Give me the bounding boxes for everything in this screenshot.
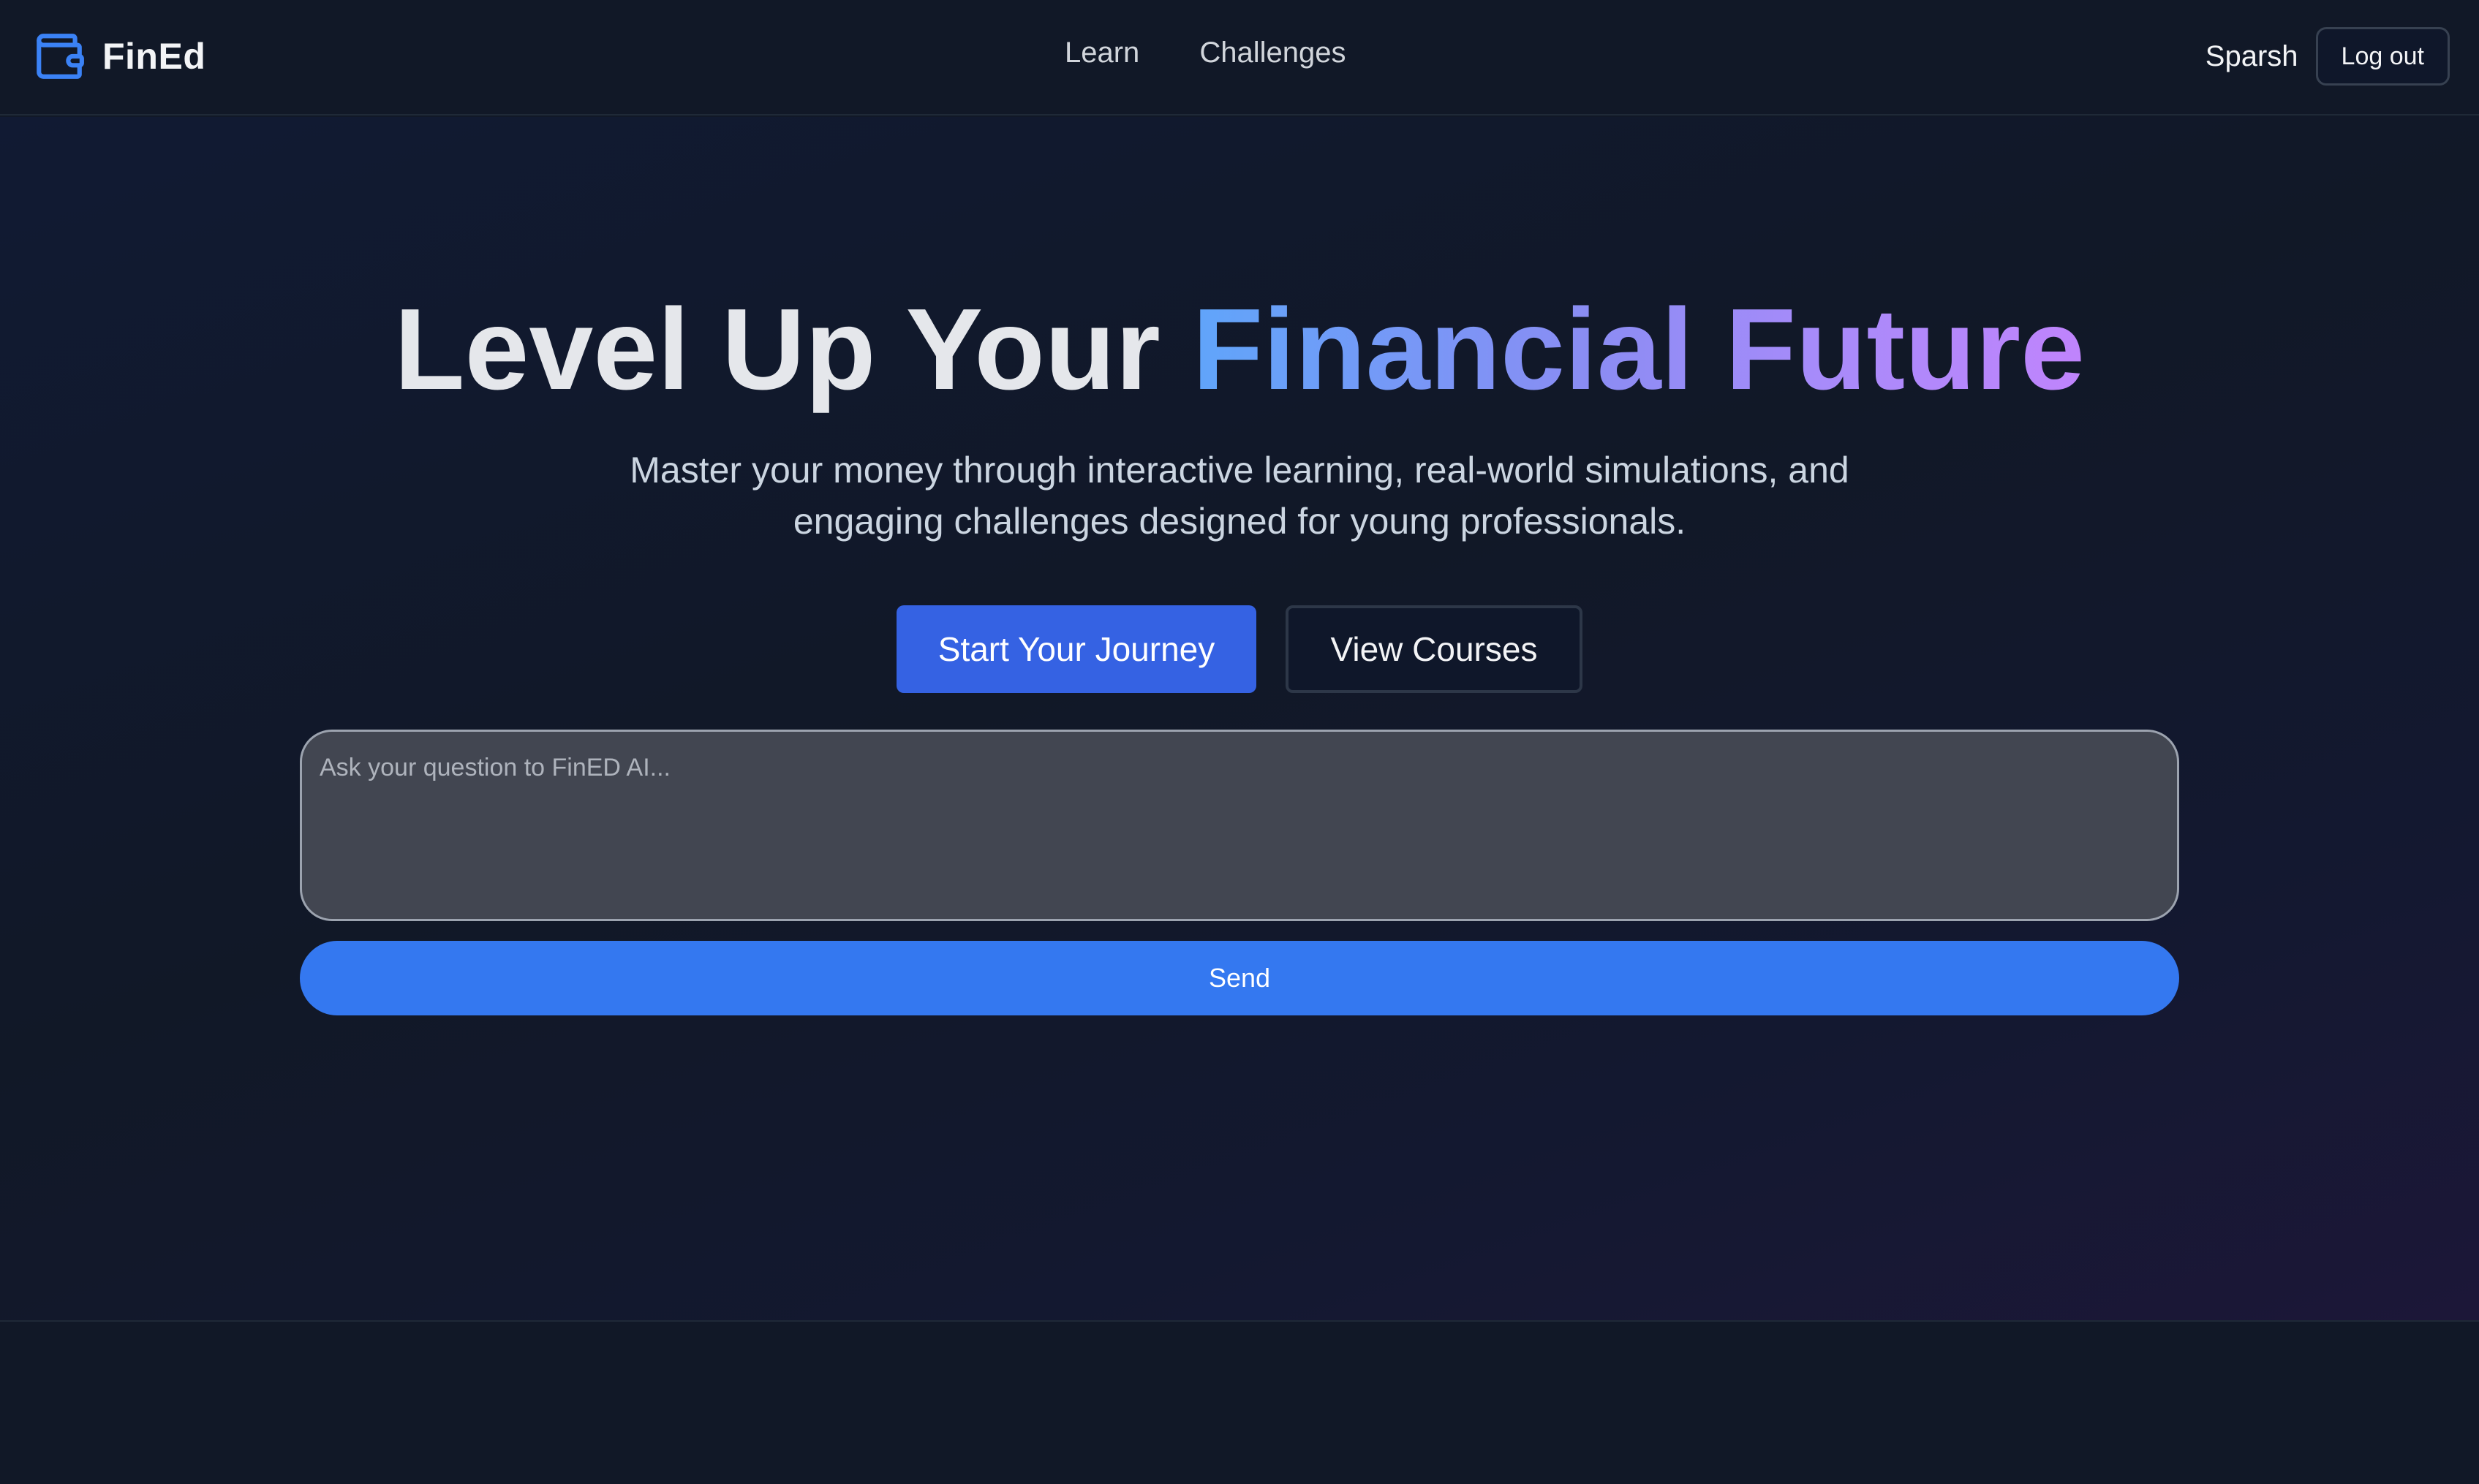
brand[interactable]: FinEd (32, 29, 205, 83)
send-button[interactable]: Send (300, 941, 2179, 1015)
hero-title: Level Up Your Financial Future (0, 284, 2479, 417)
logout-button[interactable]: Log out (2315, 27, 2450, 86)
nav-challenges[interactable]: Challenges (1199, 37, 1346, 69)
wallet-icon (37, 34, 84, 79)
brand-name: FinEd (102, 36, 206, 77)
footer (0, 1323, 2479, 1484)
hero-section: Level Up Your Financial Future Master yo… (0, 117, 2479, 1322)
user-area: Sparsh Log out (2206, 27, 2450, 86)
start-journey-button[interactable]: Start Your Journey (897, 605, 1256, 693)
user-name: Sparsh (2205, 39, 2298, 72)
nav-learn[interactable]: Learn (1065, 37, 1139, 69)
main-nav: Learn Challenges (1065, 37, 1346, 69)
cta-row: Start Your Journey View Courses (0, 605, 2479, 693)
hero-title-plain: Level Up Your (394, 285, 1193, 414)
ai-question-input[interactable] (300, 730, 2179, 921)
hero-title-accent: Financial Future (1192, 285, 2085, 414)
hero-subtitle: Master your money through interactive le… (630, 450, 1849, 542)
view-courses-button[interactable]: View Courses (1286, 605, 1582, 693)
top-navbar: FinEd Learn Challenges Sparsh Log out (0, 0, 2479, 116)
